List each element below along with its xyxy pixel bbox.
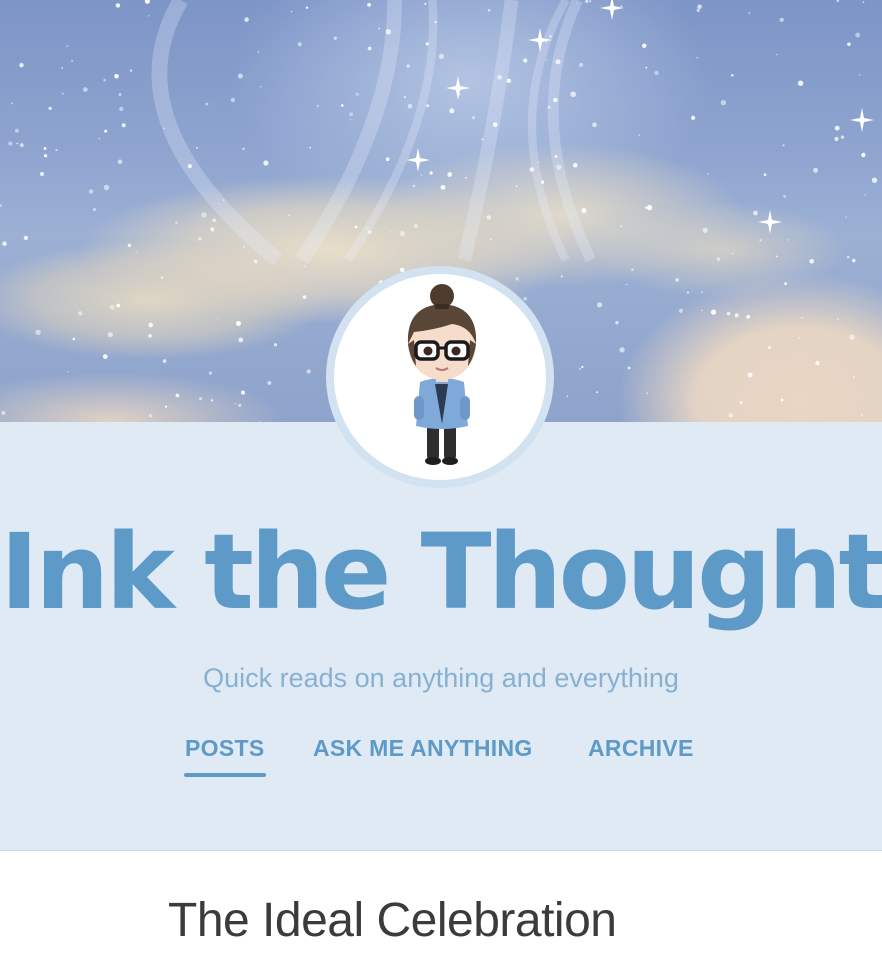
blog-avatar[interactable] [326, 266, 554, 488]
nav-archive[interactable]: ARCHIVE [588, 735, 694, 762]
blog-nav: POSTS ASK ME ANYTHING ARCHIVE [0, 735, 882, 785]
blog-title[interactable]: Ink the Thought [0, 515, 882, 630]
nav-active-indicator [184, 773, 266, 777]
header-divider [0, 850, 882, 851]
blog-tagline: Quick reads on anything and everything [203, 663, 679, 693]
post-title[interactable]: The Ideal Celebration [168, 893, 617, 948]
nav-ask-me-anything[interactable]: ASK ME ANYTHING [313, 735, 533, 762]
nav-posts[interactable]: POSTS [185, 735, 264, 762]
avatar-image [334, 274, 546, 480]
